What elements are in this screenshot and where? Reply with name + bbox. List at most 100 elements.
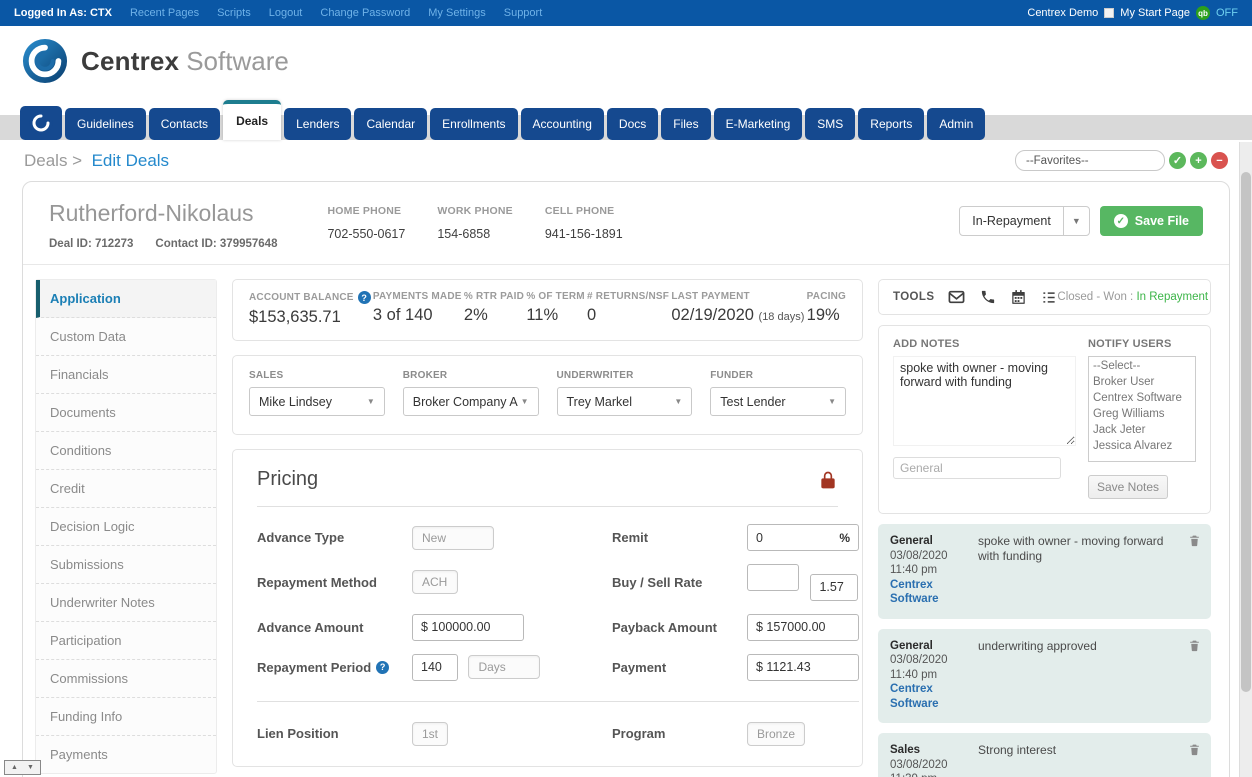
remit-input[interactable]: 0%	[747, 524, 859, 551]
sidebar-item-credit[interactable]: Credit	[36, 470, 216, 508]
stat-last-payment: LAST PAYMENT 02/19/2020 (18 days)	[671, 291, 804, 327]
sidebar-item-commissions[interactable]: Commissions	[36, 660, 216, 698]
note-category: General	[890, 639, 968, 654]
breadcrumb-deals[interactable]: Deals >	[24, 151, 82, 170]
notify-option[interactable]: Broker User	[1093, 374, 1195, 390]
sidebar-item-financials[interactable]: Financials	[36, 356, 216, 394]
topbar-link-recent-pages[interactable]: Recent Pages	[130, 7, 199, 19]
scroll-down-icon[interactable]	[27, 764, 34, 771]
email-icon[interactable]	[948, 290, 965, 304]
notify-option[interactable]: Centrex Software	[1093, 390, 1195, 406]
sidebar-item-underwriter-notes[interactable]: Underwriter Notes	[36, 584, 216, 622]
page-scrollbar-track[interactable]	[1239, 142, 1252, 777]
scroll-up-icon[interactable]	[11, 764, 18, 771]
sidebar-item-custom-data[interactable]: Custom Data	[36, 318, 216, 356]
advance-amount-input[interactable]: $ 100000.00	[412, 614, 524, 641]
tab-reports[interactable]: Reports	[858, 108, 924, 140]
task-list-icon[interactable]	[1041, 290, 1057, 305]
trash-icon[interactable]	[1188, 638, 1201, 658]
pricing-inner-divider	[257, 701, 859, 702]
note-author-link[interactable]: Centrex Software	[890, 578, 968, 607]
page-scrollbar-thumb[interactable]	[1241, 172, 1251, 692]
lien-position-label: Lien Position	[257, 726, 412, 741]
help-icon[interactable]	[376, 661, 389, 674]
funder-select[interactable]: Test Lender	[710, 387, 846, 416]
topbar-link-my-settings[interactable]: My Settings	[428, 7, 485, 19]
payback-amount-label: Payback Amount	[612, 620, 747, 635]
topbar-link-scripts[interactable]: Scripts	[217, 7, 251, 19]
notify-users-label: NOTIFY USERS	[1088, 338, 1196, 350]
tab-docs[interactable]: Docs	[607, 108, 658, 140]
tab-enrollments[interactable]: Enrollments	[430, 108, 517, 140]
favorites-add-icon[interactable]	[1190, 152, 1207, 169]
quickbooks-icon[interactable]: qb	[1196, 6, 1210, 20]
quickbooks-toggle[interactable]: OFF	[1216, 7, 1238, 19]
favorites-remove-icon[interactable]	[1211, 152, 1228, 169]
note-author-link[interactable]: Centrex Software	[890, 682, 968, 711]
favorites-select[interactable]: --Favorites--	[1015, 150, 1165, 171]
tab-sms[interactable]: SMS	[805, 108, 855, 140]
tab-e-marketing[interactable]: E-Marketing	[714, 108, 803, 140]
notify-option[interactable]: Jack Jeter	[1093, 422, 1195, 438]
trash-icon[interactable]	[1188, 742, 1201, 762]
notify-option[interactable]: --Select--	[1093, 358, 1195, 374]
lock-icon[interactable]	[818, 470, 838, 490]
sales-select[interactable]: Mike Lindsey	[249, 387, 385, 416]
sell-rate-input[interactable]: 1.57	[810, 574, 858, 601]
deal-status-select[interactable]: In-Repayment	[959, 206, 1090, 236]
sidebar-item-application[interactable]: Application	[36, 280, 216, 318]
chevron-down-icon	[521, 397, 529, 406]
save-notes-button[interactable]: Save Notes	[1088, 475, 1168, 499]
start-page-label: My Start Page	[1120, 7, 1190, 19]
save-file-button[interactable]: Save File	[1100, 206, 1203, 236]
lien-position-input: 1st	[412, 722, 448, 746]
tools-panel: TOOLS	[878, 279, 1211, 315]
broker-select[interactable]: Broker Company A	[403, 387, 539, 416]
add-notes-panel: ADD NOTES spoke with owner - moving forw…	[878, 325, 1211, 514]
sidebar-item-participation[interactable]: Participation	[36, 622, 216, 660]
tab-deals[interactable]: Deals	[223, 100, 281, 140]
underwriter-select[interactable]: Trey Markel	[557, 387, 693, 416]
notify-users-list[interactable]: --Select-- Broker User Centrex Software …	[1088, 356, 1196, 462]
favorites-value: --Favorites--	[1026, 155, 1089, 167]
payback-amount-input[interactable]: $ 157000.00	[747, 614, 859, 641]
chevron-down-icon[interactable]	[1063, 207, 1089, 235]
start-page-checkbox[interactable]	[1104, 8, 1114, 18]
trash-icon[interactable]	[1188, 533, 1201, 553]
tab-home[interactable]	[20, 106, 62, 140]
tab-calendar[interactable]: Calendar	[354, 108, 427, 140]
repayment-period-input[interactable]: 140	[412, 654, 458, 681]
payment-label: Payment	[612, 660, 747, 675]
favorites-apply-icon[interactable]	[1169, 152, 1186, 169]
calendar-icon[interactable]	[1011, 289, 1026, 305]
buy-rate-input[interactable]	[747, 564, 799, 591]
add-notes-textarea[interactable]: spoke with owner - moving forward with f…	[893, 356, 1076, 446]
sidebar-item-conditions[interactable]: Conditions	[36, 432, 216, 470]
account-name: Centrex Demo	[1027, 7, 1098, 19]
topbar-link-change-password[interactable]: Change Password	[320, 7, 410, 19]
tab-lenders[interactable]: Lenders	[284, 108, 351, 140]
payment-input[interactable]: $ 1121.43	[747, 654, 859, 681]
stat-account-balance: ACCOUNT BALANCE $153,635.71	[249, 291, 371, 327]
scroll-pager-widget	[4, 760, 41, 775]
tab-admin[interactable]: Admin	[927, 108, 985, 140]
tab-accounting[interactable]: Accounting	[521, 108, 604, 140]
tab-contacts[interactable]: Contacts	[149, 108, 220, 140]
brand-name-light: Software	[186, 46, 289, 77]
sidebar-item-funding-info[interactable]: Funding Info	[36, 698, 216, 736]
sidebar-item-decision-logic[interactable]: Decision Logic	[36, 508, 216, 546]
sidebar-item-payments[interactable]: Payments	[36, 736, 216, 773]
topbar-link-support[interactable]: Support	[504, 7, 543, 19]
sidebar-item-documents[interactable]: Documents	[36, 394, 216, 432]
note-category-input[interactable]	[893, 457, 1061, 479]
notify-option[interactable]: Greg Williams	[1093, 406, 1195, 422]
note-entry: Sales 03/08/2020 11:39 pm Centrex Softwa…	[878, 733, 1211, 777]
notify-option[interactable]: Jessica Alvarez	[1093, 438, 1195, 454]
topbar-link-logout[interactable]: Logout	[269, 7, 303, 19]
sidebar-item-submissions[interactable]: Submissions	[36, 546, 216, 584]
tab-files[interactable]: Files	[661, 108, 710, 140]
advance-type-label: Advance Type	[257, 530, 412, 545]
phone-icon[interactable]	[980, 289, 996, 305]
tab-guidelines[interactable]: Guidelines	[65, 108, 146, 140]
help-icon[interactable]	[358, 291, 371, 304]
